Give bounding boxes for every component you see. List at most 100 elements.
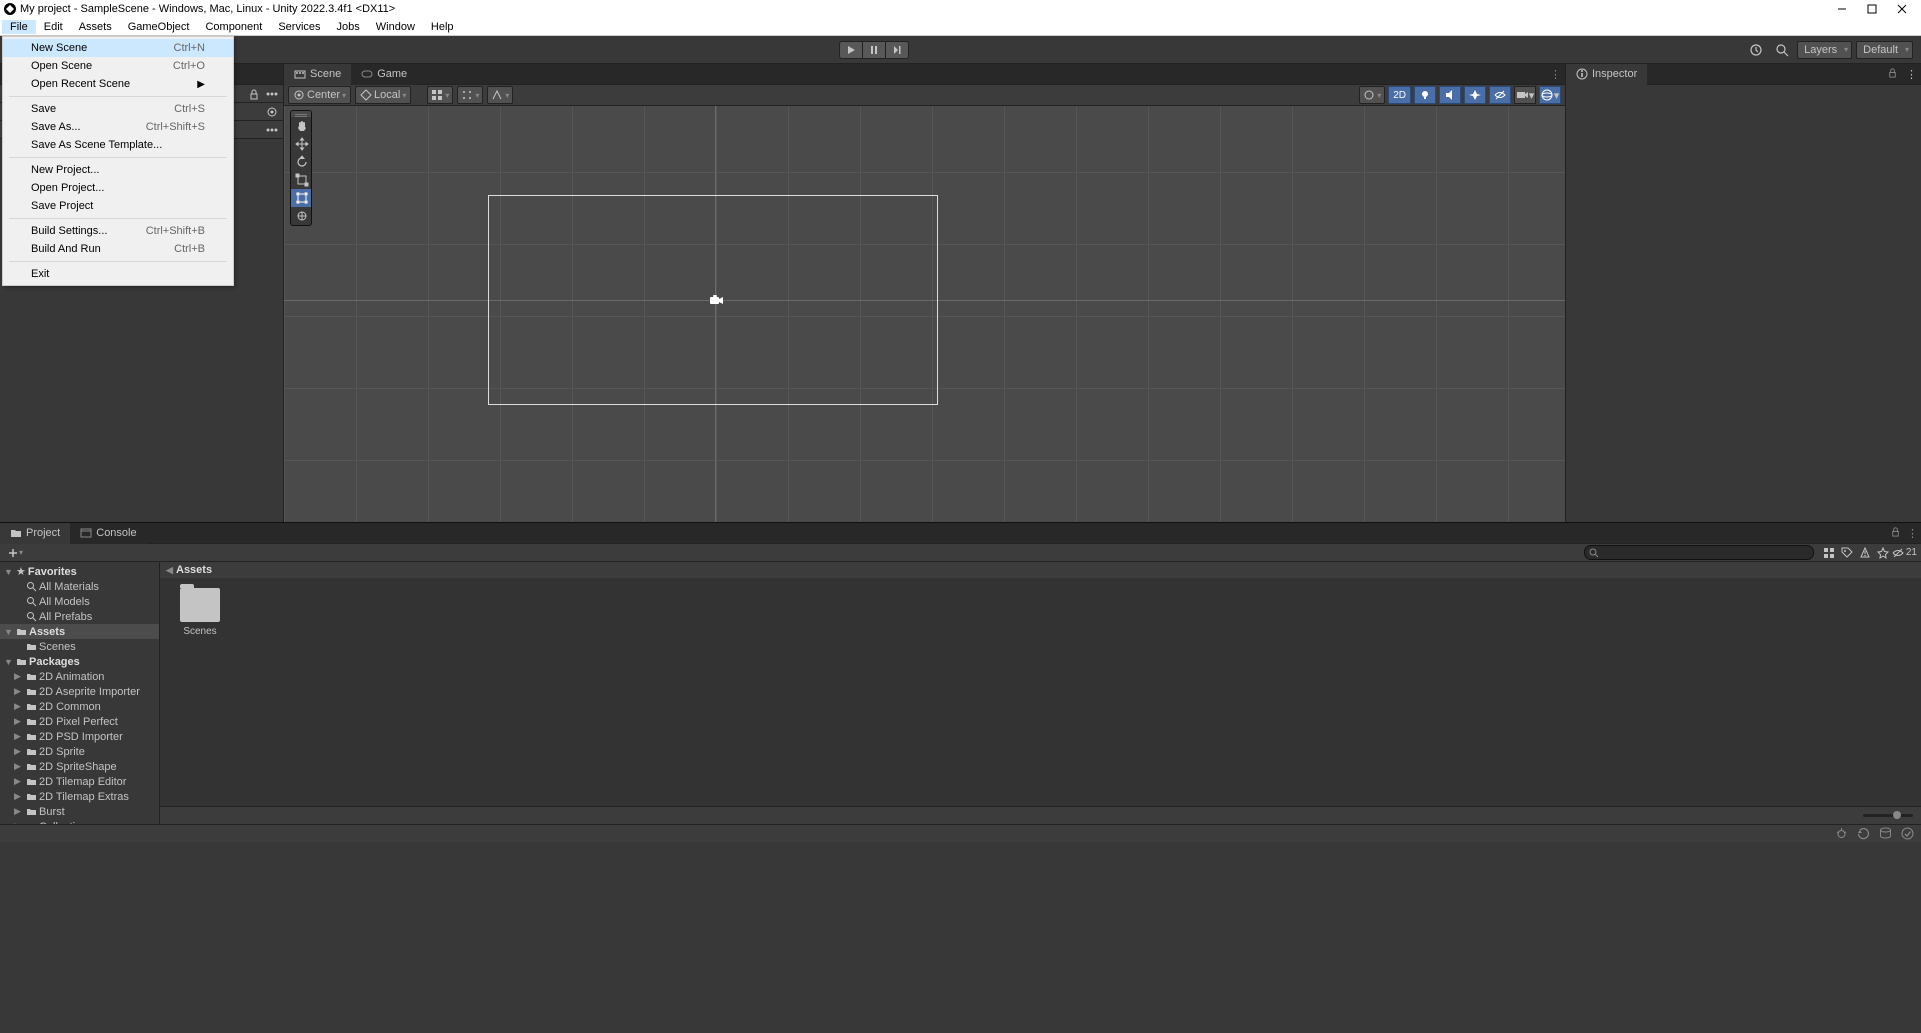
play-button[interactable]: [839, 41, 863, 59]
menu-component[interactable]: Component: [197, 20, 270, 34]
auto-refresh-icon[interactable]: [1855, 826, 1871, 842]
rotate-tool[interactable]: [291, 153, 312, 171]
fx-toggle[interactable]: [1464, 86, 1486, 104]
menu-item-new-scene[interactable]: New SceneCtrl+N: [3, 39, 233, 57]
camera-gizmo-icon[interactable]: [708, 292, 724, 308]
maximize-button[interactable]: [1857, 0, 1887, 18]
menu-item-open-scene[interactable]: Open SceneCtrl+O: [3, 57, 233, 75]
snap-settings-dropdown[interactable]: ▾: [487, 86, 513, 104]
menu-item-open-recent-scene[interactable]: Open Recent Scene▶: [3, 75, 233, 93]
layout-dropdown[interactable]: Default: [1856, 41, 1913, 59]
asset-size-slider[interactable]: [1863, 814, 1913, 817]
create-asset-button[interactable]: ▾: [4, 548, 27, 558]
menu-assets[interactable]: Assets: [71, 20, 120, 34]
tree-pkg-2d-common[interactable]: ▶2D Common: [0, 699, 159, 714]
hidden-packages-toggle[interactable]: 21: [1892, 545, 1917, 561]
menu-services[interactable]: Services: [270, 20, 328, 34]
asset-folder-item[interactable]: Scenes: [170, 588, 230, 637]
handle-rotation-dropdown[interactable]: Local▾: [355, 86, 411, 104]
snap-increment-dropdown[interactable]: ▾: [457, 86, 483, 104]
menu-item-exit[interactable]: Exit: [3, 265, 233, 283]
gizmos-dropdown[interactable]: ▾: [1539, 86, 1561, 104]
inspector-options-icon[interactable]: ⋮: [1902, 68, 1921, 81]
tab-game[interactable]: Game: [351, 64, 417, 85]
scene-tab-options-icon[interactable]: ⋮: [1546, 68, 1565, 81]
audio-toggle[interactable]: [1439, 86, 1461, 104]
tree-pkg-2d-sprite[interactable]: ▶2D Sprite: [0, 744, 159, 759]
tree-pkg-2d-aseprite-importer[interactable]: ▶2D Aseprite Importer: [0, 684, 159, 699]
rect-tool[interactable]: [291, 189, 312, 207]
picker-icon[interactable]: [264, 104, 280, 120]
menu-item-save[interactable]: SaveCtrl+S: [3, 100, 233, 118]
hidden-objects-toggle[interactable]: [1489, 86, 1511, 104]
menu-file[interactable]: File: [2, 20, 36, 34]
tree-scenes[interactable]: Scenes: [0, 639, 159, 654]
tree-pkg-2d-spriteshape[interactable]: ▶2D SpriteShape: [0, 759, 159, 774]
pause-button[interactable]: [862, 41, 886, 59]
hierarchy-more-icon[interactable]: [264, 122, 280, 138]
menu-item-save-project[interactable]: Save Project: [3, 197, 233, 215]
tree-pkg-2d-tilemap-extras[interactable]: ▶2D Tilemap Extras: [0, 789, 159, 804]
menu-edit[interactable]: Edit: [36, 20, 71, 34]
scene-viewport[interactable]: [284, 106, 1565, 522]
pivot-mode-dropdown[interactable]: Center▾: [288, 86, 351, 104]
tree-pkg-2d-psd-importer[interactable]: ▶2D PSD Importer: [0, 729, 159, 744]
hand-tool[interactable]: [291, 117, 312, 135]
save-search-icon[interactable]: [1856, 545, 1874, 561]
move-tool[interactable]: [291, 135, 312, 153]
tree-pkg-collections[interactable]: ▶Collections: [0, 819, 159, 824]
draw-mode-dropdown[interactable]: ▾: [1359, 86, 1385, 104]
step-button[interactable]: [885, 41, 909, 59]
inspector-lock-icon[interactable]: [1883, 67, 1902, 81]
tree-packages[interactable]: ▼Packages: [0, 654, 159, 669]
menu-item-build-and-run[interactable]: Build And RunCtrl+B: [3, 240, 233, 258]
layers-dropdown[interactable]: Layers: [1797, 41, 1852, 59]
tree-favorites[interactable]: ▼★ Favorites: [0, 564, 159, 579]
transform-tool[interactable]: [291, 207, 312, 225]
project-lock-icon[interactable]: [1887, 526, 1904, 540]
project-options-icon[interactable]: ⋮: [1904, 527, 1921, 540]
menu-gameobject[interactable]: GameObject: [120, 20, 198, 34]
tree-pkg-burst[interactable]: ▶Burst: [0, 804, 159, 819]
tab-project[interactable]: Project: [0, 523, 70, 544]
project-search-input[interactable]: [1584, 545, 1814, 560]
tab-scene[interactable]: Scene: [284, 64, 351, 85]
menu-item-save-as-scene-template[interactable]: Save As Scene Template...: [3, 136, 233, 154]
search-by-label-icon[interactable]: [1838, 545, 1856, 561]
close-button[interactable]: [1887, 0, 1917, 18]
tab-inspector[interactable]: Inspector: [1566, 64, 1647, 85]
menu-item-build-settings[interactable]: Build Settings...Ctrl+Shift+B: [3, 222, 233, 240]
tree-fav-all-prefabs[interactable]: All Prefabs: [0, 609, 159, 624]
2d-toggle[interactable]: 2D: [1388, 86, 1411, 104]
file-menu-dropdown[interactable]: New SceneCtrl+NOpen SceneCtrl+OOpen Rece…: [2, 36, 234, 286]
tree-assets[interactable]: ▼Assets: [0, 624, 159, 639]
asset-grid[interactable]: Scenes: [160, 578, 1921, 806]
menu-help[interactable]: Help: [423, 20, 462, 34]
project-tree[interactable]: ▼★ FavoritesAll MaterialsAll ModelsAll P…: [0, 562, 160, 824]
search-by-type-icon[interactable]: [1820, 545, 1838, 561]
minimize-button[interactable]: [1827, 0, 1857, 18]
tab-console[interactable]: Console: [70, 523, 146, 544]
cache-server-icon[interactable]: [1877, 826, 1893, 842]
menu-item-new-project[interactable]: New Project...: [3, 161, 233, 179]
progress-check-icon[interactable]: [1899, 826, 1915, 842]
undo-history-icon[interactable]: [1745, 41, 1767, 59]
tree-pkg-2d-pixel-perfect[interactable]: ▶2D Pixel Perfect: [0, 714, 159, 729]
bug-report-icon[interactable]: [1833, 826, 1849, 842]
menu-item-open-project[interactable]: Open Project...: [3, 179, 233, 197]
project-breadcrumb[interactable]: ◀ Assets: [160, 562, 1921, 578]
menu-item-save-as[interactable]: Save As...Ctrl+Shift+S: [3, 118, 233, 136]
menu-jobs[interactable]: Jobs: [329, 20, 368, 34]
hierarchy-options-icon[interactable]: [264, 86, 280, 102]
scale-tool[interactable]: [291, 171, 312, 189]
tree-fav-all-materials[interactable]: All Materials: [0, 579, 159, 594]
menu-window[interactable]: Window: [368, 20, 423, 34]
favorite-star-icon[interactable]: [1874, 545, 1892, 561]
lighting-toggle[interactable]: [1414, 86, 1436, 104]
tree-pkg-2d-animation[interactable]: ▶2D Animation: [0, 669, 159, 684]
grid-snap-dropdown[interactable]: ▾: [427, 86, 453, 104]
search-icon[interactable]: [1771, 41, 1793, 59]
tree-pkg-2d-tilemap-editor[interactable]: ▶2D Tilemap Editor: [0, 774, 159, 789]
lock-icon[interactable]: [246, 86, 262, 102]
camera-dropdown[interactable]: ▾: [1514, 86, 1536, 104]
